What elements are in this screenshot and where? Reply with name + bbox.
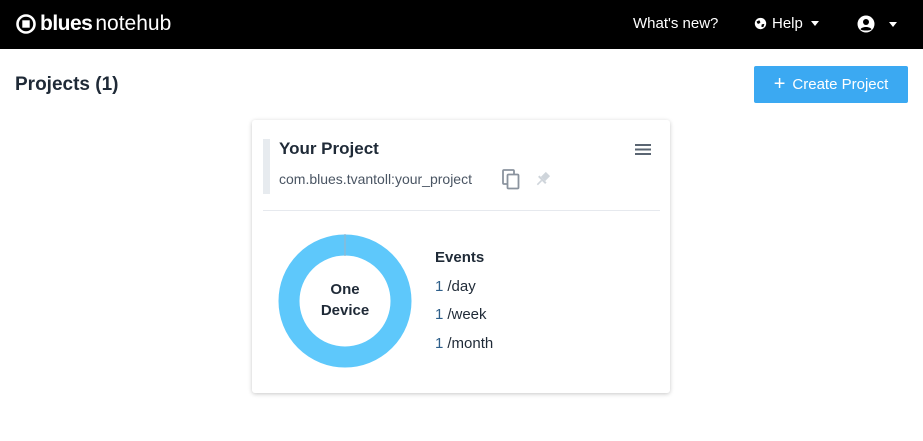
help-label: Help [772,15,803,32]
plus-icon: + [773,72,786,95]
pin-icon[interactable] [534,170,552,188]
hamburger-menu-icon[interactable] [635,143,651,156]
account-dropdown[interactable] [857,15,897,33]
brand-name-bold: blues [40,12,93,35]
page-title: Projects (1) [15,74,119,95]
device-count-label: One Device [305,279,385,321]
globe-icon [754,17,767,30]
brand-name-light: notehub [95,12,172,35]
events-period: /week [447,306,487,323]
events-period: /month [447,335,494,352]
whats-new-link[interactable]: What's new? [633,15,718,32]
events-per-day: 1/day [435,278,476,295]
events-count: 1 [435,306,444,323]
events-per-week: 1/week [435,306,487,323]
events-count: 1 [435,278,444,295]
card-divider [263,210,660,211]
help-dropdown[interactable]: Help [754,15,819,32]
device-label-line2: Device [320,302,370,319]
events-per-month: 1/month [435,335,493,352]
project-name[interactable]: Your Project [279,139,379,159]
events-period: /day [447,278,476,295]
events-title: Events [435,249,485,266]
create-project-button[interactable]: + Create Project [754,66,908,103]
chevron-down-icon [889,21,897,27]
chevron-down-icon [810,21,819,26]
project-uid: com.blues.tvantoll:your_project [279,171,472,187]
project-card[interactable]: Your Project com.blues.tvantoll:your_pro… [252,120,670,393]
create-project-label: Create Project [792,76,889,93]
events-count: 1 [435,335,444,352]
brand-logo[interactable]: blues notehub [16,12,171,36]
account-circle-icon [857,15,875,33]
copy-icon[interactable] [501,169,521,190]
top-navbar: blues notehub What's new? Help [0,0,923,49]
card-accent-bar [263,139,270,194]
blues-logo-icon [16,14,36,34]
device-label-line1: One [330,281,360,298]
